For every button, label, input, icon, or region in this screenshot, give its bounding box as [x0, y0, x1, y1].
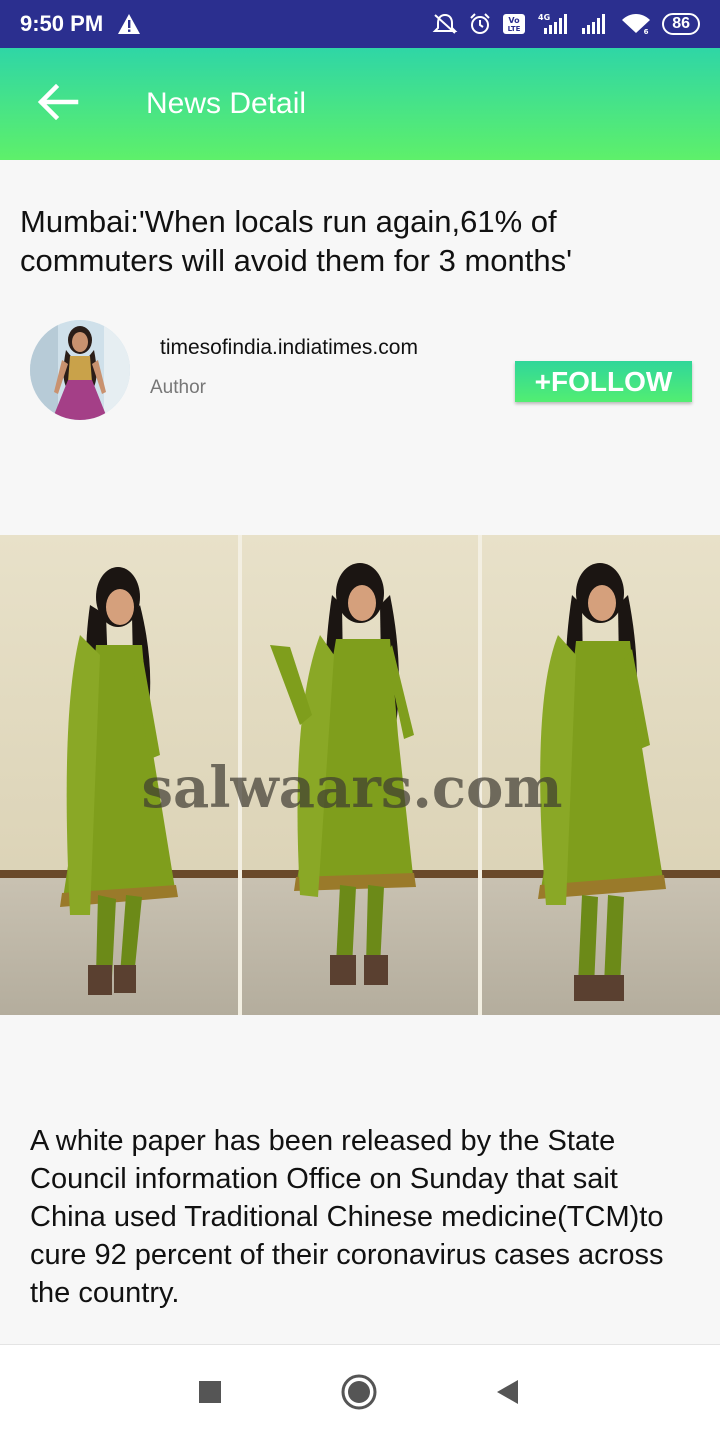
volte-icon: Vo LTE — [502, 13, 526, 35]
status-icons: Vo LTE 4G 6 86 — [432, 12, 700, 36]
home-button[interactable] — [334, 1369, 384, 1419]
svg-text:4G: 4G — [538, 13, 550, 22]
author-label: Author — [150, 377, 206, 398]
recents-button[interactable] — [185, 1369, 235, 1419]
recents-square-icon — [197, 1379, 223, 1410]
system-nav-bar — [0, 1344, 720, 1440]
status-time: 9:50 PM — [20, 11, 104, 36]
arrow-left-icon — [36, 83, 80, 125]
mute-icon — [432, 12, 458, 36]
back-button[interactable] — [28, 74, 88, 134]
article-headline: Mumbai:'When locals run again,61% of com… — [20, 204, 573, 278]
svg-text:Vo: Vo — [509, 16, 521, 25]
battery-level: 86 — [672, 15, 690, 32]
back-triangle-icon — [494, 1378, 520, 1411]
page-title: News Detail — [146, 87, 307, 120]
signal-4g-icon: 4G — [536, 12, 570, 36]
app-bar: News Detail — [0, 48, 720, 160]
follow-button[interactable]: +FOLLOW — [515, 361, 692, 402]
svg-text:6: 6 — [644, 28, 649, 36]
svg-text:LTE: LTE — [508, 25, 521, 33]
wifi-icon: 6 — [620, 12, 652, 36]
status-bar: 9:50 PM Vo LTE 4G 6 86 — [0, 0, 720, 48]
source-name[interactable]: timesofindia.indiatimes.com — [160, 336, 418, 360]
image-watermark: salwaars.com — [141, 755, 562, 821]
home-circle-icon — [340, 1373, 378, 1416]
author-avatar[interactable] — [30, 320, 130, 420]
back-nav-button[interactable] — [482, 1369, 532, 1419]
author-row: timesofindia.indiatimes.com Author +FOLL… — [30, 320, 692, 422]
article-body: A white paper has been released by the S… — [30, 1125, 664, 1309]
signal-icon — [580, 12, 610, 36]
article-image: salwaars.com — [0, 535, 720, 1015]
warning-icon — [117, 13, 141, 35]
battery-icon: 86 — [662, 13, 700, 35]
alarm-icon — [468, 12, 492, 36]
